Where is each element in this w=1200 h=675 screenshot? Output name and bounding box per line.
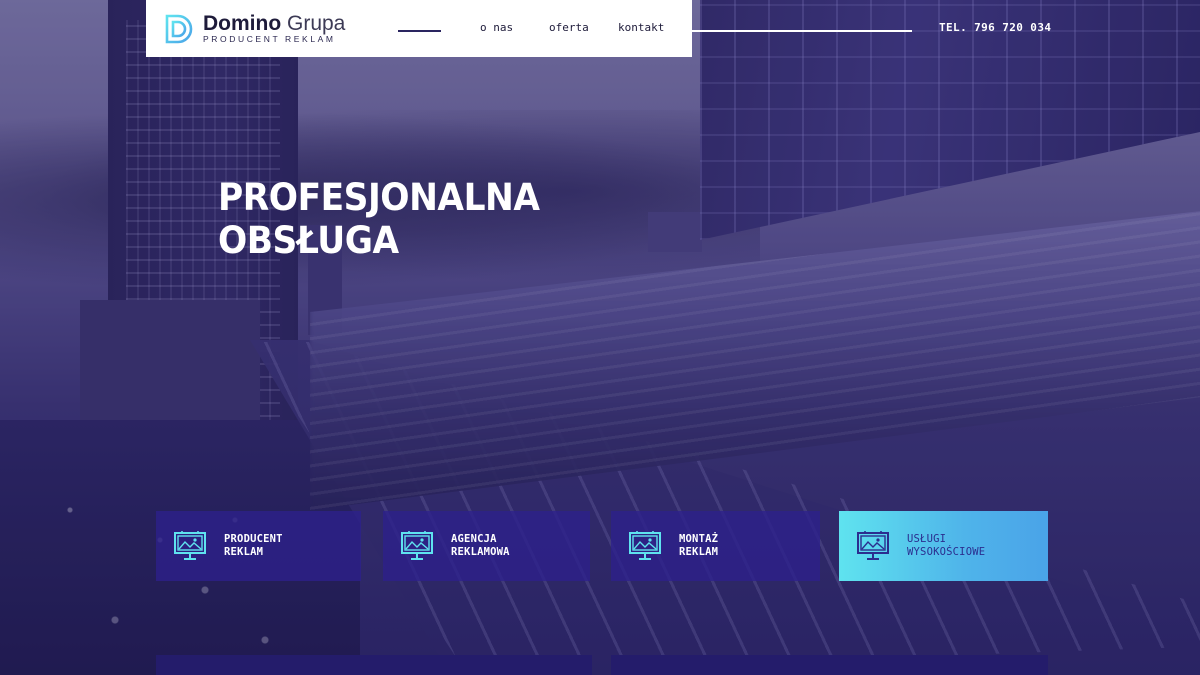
hero-title-line-1: PROFESJONALNA (218, 176, 540, 219)
header-divider-line (692, 30, 912, 32)
nav-item-oferta[interactable]: oferta (549, 21, 589, 34)
brand-tagline: PRODUCENT REKLAM (203, 34, 336, 45)
billboard-icon (401, 531, 433, 560)
nav-home-indicator[interactable] (398, 30, 441, 32)
service-label: PRODUCENT REKLAM (224, 533, 283, 558)
nav-item-kontakt[interactable]: kontakt (618, 21, 664, 34)
service-tile-montaz-reklam[interactable]: MONTAŻ REKLAM (611, 511, 820, 581)
service-tile-uslugi-wysokosciowe[interactable]: USŁUGI WYSOKOŚCIOWE (839, 511, 1048, 581)
brand-name: Domino Grupa (203, 12, 346, 36)
service-tile-producent-reklam[interactable]: PRODUCENT REKLAM (156, 511, 361, 581)
hero-title-line-2: OBSŁUGA (218, 219, 399, 262)
service-label: MONTAŻ REKLAM (679, 533, 719, 558)
billboard-icon (174, 531, 206, 560)
phone-number[interactable]: TEL. 796 720 034 (939, 21, 1051, 34)
billboard-icon (857, 531, 889, 560)
header-logo-panel: Domino Grupa PRODUCENT REKLAM o nas ofer… (146, 0, 692, 57)
service-label: USŁUGI WYSOKOŚCIOWE (907, 533, 986, 558)
service-tile-agencja-reklamowa[interactable]: AGENCJA REKLAMOWA (383, 511, 590, 581)
service-label: AGENCJA REKLAMOWA (451, 533, 510, 558)
nav-item-o-nas[interactable]: o nas (480, 21, 513, 34)
logo[interactable]: Domino Grupa PRODUCENT REKLAM (164, 9, 345, 49)
billboard-icon (629, 531, 661, 560)
logo-d-icon (165, 14, 193, 43)
content-panel-right (611, 655, 1048, 675)
content-panel-left (156, 655, 592, 675)
hero-title: PROFESJONALNA OBSŁUGA (218, 176, 540, 262)
